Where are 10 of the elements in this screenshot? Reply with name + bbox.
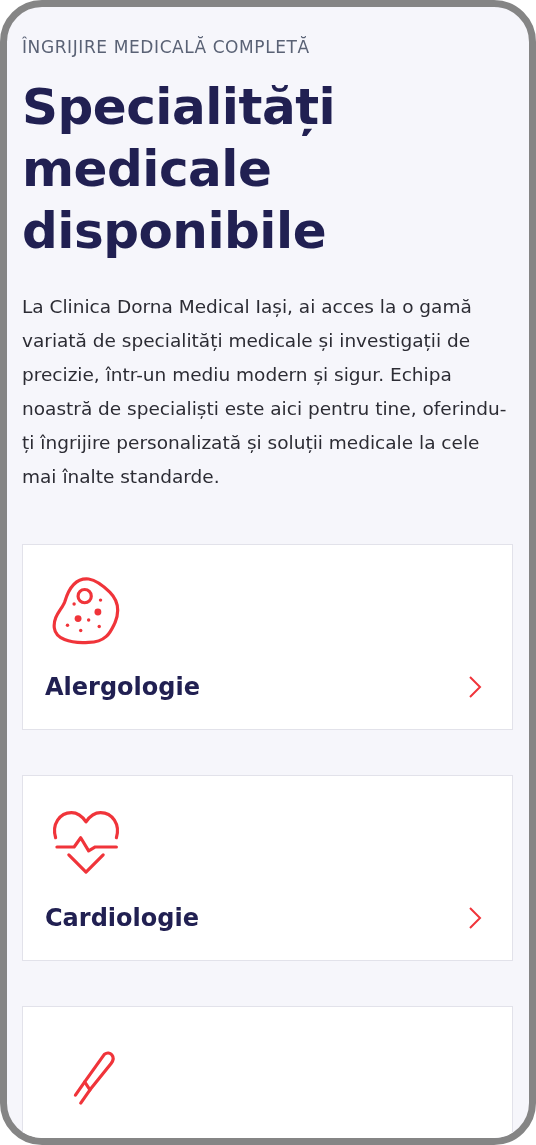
specialty-title: Cardiologie <box>45 904 199 932</box>
page-title: Specialități medicale disponibile <box>22 77 337 262</box>
specialty-card[interactable]: Cardiologie <box>22 775 513 961</box>
specialty-title: Alergologie <box>45 673 200 701</box>
chevron-right-icon <box>468 675 482 699</box>
chevron-right-icon <box>468 906 482 930</box>
specialty-card[interactable]: Alergologie <box>22 544 513 730</box>
specialty-card[interactable] <box>22 1006 513 1138</box>
section-eyebrow: ÎNGRIJIRE MEDICALĂ COMPLETĂ <box>22 36 311 58</box>
intro-paragraph: La Clinica Dorna Medical Iași, ai acces la o gamă variată de specialități medicale și investigații de precizie, într-un mediu modern și sigur. Echipa noastră de specialiști este aici pentru tine, oferindu-ți îngrijire personalizată și soluții medicale la cele mai înalte standarde. <box>22 295 508 489</box>
